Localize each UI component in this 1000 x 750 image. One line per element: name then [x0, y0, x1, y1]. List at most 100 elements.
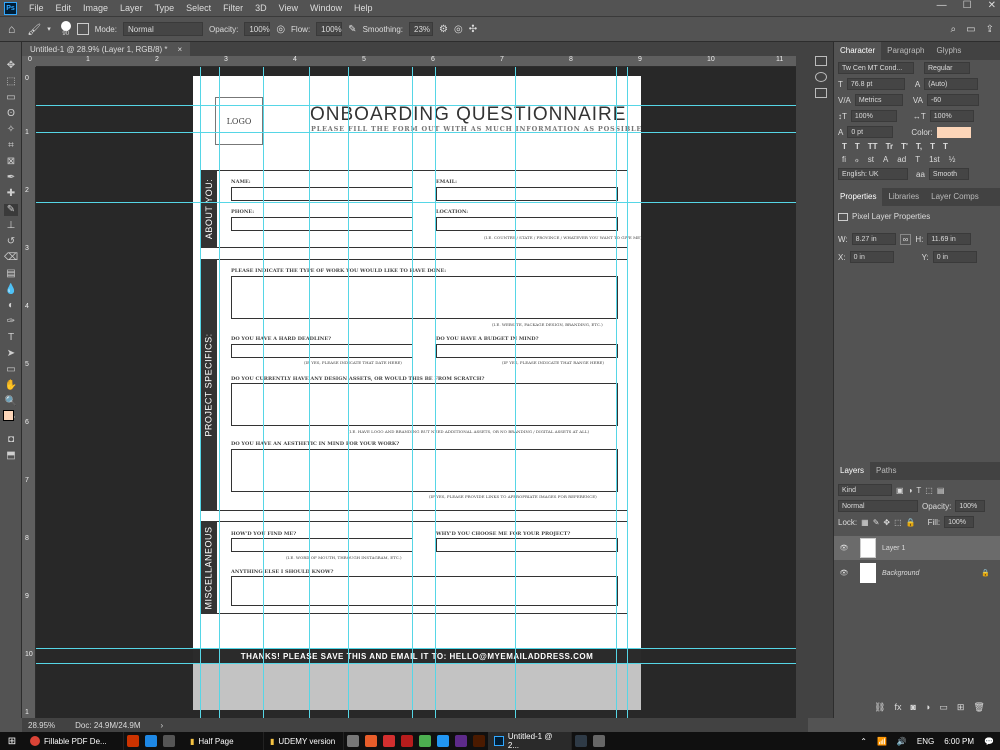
layer-name[interactable]: Background — [882, 570, 919, 577]
workspace-icon[interactable]: ▭ — [966, 24, 975, 35]
swatches-panel-icon[interactable] — [815, 88, 827, 98]
work-type-field[interactable] — [231, 276, 618, 319]
subscript-button[interactable]: T, — [916, 142, 922, 151]
app-icon[interactable] — [419, 735, 431, 747]
zoom-level[interactable]: 28.95% — [28, 721, 55, 730]
edge-icon[interactable] — [145, 735, 157, 747]
close-button[interactable]: ✕ — [988, 0, 996, 11]
volume-icon[interactable]: 🔊 — [897, 737, 907, 746]
font-style-select[interactable]: Regular — [924, 62, 970, 74]
brush-tool-active-icon[interactable]: ✎ — [4, 204, 18, 216]
quick-mask-icon[interactable]: ◘ — [4, 434, 18, 446]
path-select-tool-icon[interactable]: ➤ — [4, 348, 18, 360]
filezilla-icon[interactable] — [383, 735, 395, 747]
stylistic-alternates-button[interactable]: ad — [897, 155, 906, 164]
deadline-field[interactable] — [231, 344, 413, 358]
taskbar-item[interactable]: ▮ UDEMY version — [264, 732, 344, 750]
budget-field[interactable] — [436, 344, 618, 358]
document-tab-close-icon[interactable]: × — [178, 45, 183, 54]
pressure-size-icon[interactable]: ◎ — [454, 24, 463, 35]
marquee-tool-icon[interactable]: ▭ — [4, 92, 18, 104]
foreground-color-swatch[interactable] — [3, 410, 14, 421]
chevron-down-icon[interactable]: ▾ — [47, 25, 51, 33]
smoothing-gear-icon[interactable]: ⚙ — [439, 24, 448, 35]
anything-else-field[interactable] — [231, 576, 618, 606]
guide-horizontal[interactable] — [36, 132, 796, 133]
mode-select[interactable]: Normal — [122, 22, 203, 36]
width-input[interactable]: 8.27 in — [851, 233, 896, 245]
menu-layer[interactable]: Layer — [114, 3, 149, 13]
why-field[interactable] — [436, 538, 618, 552]
tracking-input[interactable]: -60 — [926, 94, 979, 106]
app-icon[interactable] — [437, 735, 449, 747]
lock-position-icon[interactable]: ✥ — [883, 518, 890, 527]
action-center-icon[interactable]: 💬 — [984, 737, 994, 746]
x-input[interactable]: 0 in — [849, 251, 894, 263]
fractions-button[interactable]: ½ — [949, 155, 956, 164]
artboard-tool-icon[interactable]: ⬚ — [4, 76, 18, 88]
brush-preset-picker[interactable]: 90 — [60, 21, 71, 37]
tab-character[interactable]: Character — [834, 42, 882, 60]
font-size-input[interactable]: 76.8 pt — [846, 78, 905, 90]
blend-mode-select[interactable]: Normal — [838, 500, 918, 512]
guide-vertical[interactable] — [435, 67, 436, 718]
aesthetic-field[interactable] — [231, 449, 618, 492]
lightroom-icon[interactable] — [575, 735, 587, 747]
layer-kind-filter[interactable]: Kind — [838, 484, 892, 496]
history-brush-tool-icon[interactable]: ↺ — [4, 236, 18, 248]
tab-layer-comps[interactable]: Layer Comps — [925, 188, 985, 206]
layer-row-background[interactable]: 👁 Background 🔒 — [834, 561, 1000, 585]
menu-help[interactable]: Help — [348, 3, 379, 13]
layer-name[interactable]: Layer 1 — [882, 545, 905, 552]
gradient-tool-icon[interactable]: ▤ — [4, 268, 18, 280]
name-field[interactable] — [231, 187, 413, 201]
underline-button[interactable]: T — [930, 142, 935, 151]
guide-horizontal[interactable] — [36, 105, 796, 106]
guide-vertical[interactable] — [309, 67, 310, 718]
taskbar-item-active[interactable]: Untitled-1 @ 2... — [488, 732, 572, 750]
layer-row-layer-1[interactable]: 👁 Layer 1 — [834, 536, 1000, 560]
frame-tool-icon[interactable]: ⊠ — [4, 156, 18, 168]
menu-type[interactable]: Type — [149, 3, 181, 13]
tab-paths[interactable]: Paths — [870, 462, 902, 480]
brush-settings-icon[interactable] — [76, 23, 89, 35]
discretionary-ligatures-button[interactable]: st — [868, 155, 874, 164]
text-color-swatch[interactable] — [936, 126, 971, 138]
document-tab[interactable]: Untitled-1 @ 28.9% (Layer 1, RGB/8) * × — [22, 42, 191, 56]
app-icon[interactable] — [593, 735, 605, 747]
ordinals-button[interactable]: 1st — [929, 155, 940, 164]
ligatures-button[interactable]: fi — [842, 155, 846, 164]
screen-mode-icon[interactable]: ⬒ — [4, 450, 18, 462]
faux-bold-button[interactable]: T — [842, 142, 847, 151]
taskbar-item[interactable]: Fillable PDF De... — [24, 732, 124, 750]
layer-opacity-input[interactable]: 100% — [955, 500, 986, 512]
network-icon[interactable]: 📶 — [877, 737, 887, 746]
adjustment-layer-icon[interactable]: ◑ — [925, 702, 930, 713]
store-icon[interactable] — [163, 735, 175, 747]
minimize-button[interactable]: — — [937, 0, 947, 11]
filter-pixel-icon[interactable]: ▣ — [896, 486, 904, 495]
guide-vertical[interactable] — [515, 67, 516, 718]
flow-input[interactable]: 100% — [316, 22, 343, 36]
smoothing-input[interactable]: 23% — [409, 22, 434, 36]
filter-type-icon[interactable]: T — [916, 486, 921, 495]
leading-input[interactable]: (Auto) — [924, 78, 979, 90]
link-dimensions-icon[interactable]: ∞ — [899, 233, 912, 245]
search-icon[interactable]: ⌕ — [951, 24, 957, 35]
layer-mask-icon[interactable]: ◙ — [910, 702, 915, 713]
horizontal-scale-input[interactable]: 100% — [929, 110, 974, 122]
kerning-select[interactable]: Metrics — [854, 94, 903, 106]
eraser-tool-icon[interactable]: ⌫ — [4, 252, 18, 264]
menu-select[interactable]: Select — [180, 3, 217, 13]
new-layer-icon[interactable]: ⊞ — [957, 702, 965, 713]
ruler-top[interactable]: 0 1 2 3 4 5 6 7 8 9 10 11 — [28, 56, 796, 67]
app-icon[interactable] — [365, 735, 377, 747]
canvas-area[interactable]: LOGO ONBOARDING QUESTIONNAIRE PLEASE FIL… — [36, 67, 796, 718]
visibility-eye-icon[interactable]: 👁 — [834, 569, 854, 577]
swash-button[interactable]: A — [883, 155, 888, 164]
move-tool-icon[interactable]: ✥ — [4, 60, 18, 72]
menu-file[interactable]: File — [23, 3, 50, 13]
color-panel-icon[interactable] — [815, 72, 827, 82]
all-caps-button[interactable]: TT — [868, 142, 878, 151]
lock-all-icon[interactable]: 🔒 — [906, 518, 916, 527]
